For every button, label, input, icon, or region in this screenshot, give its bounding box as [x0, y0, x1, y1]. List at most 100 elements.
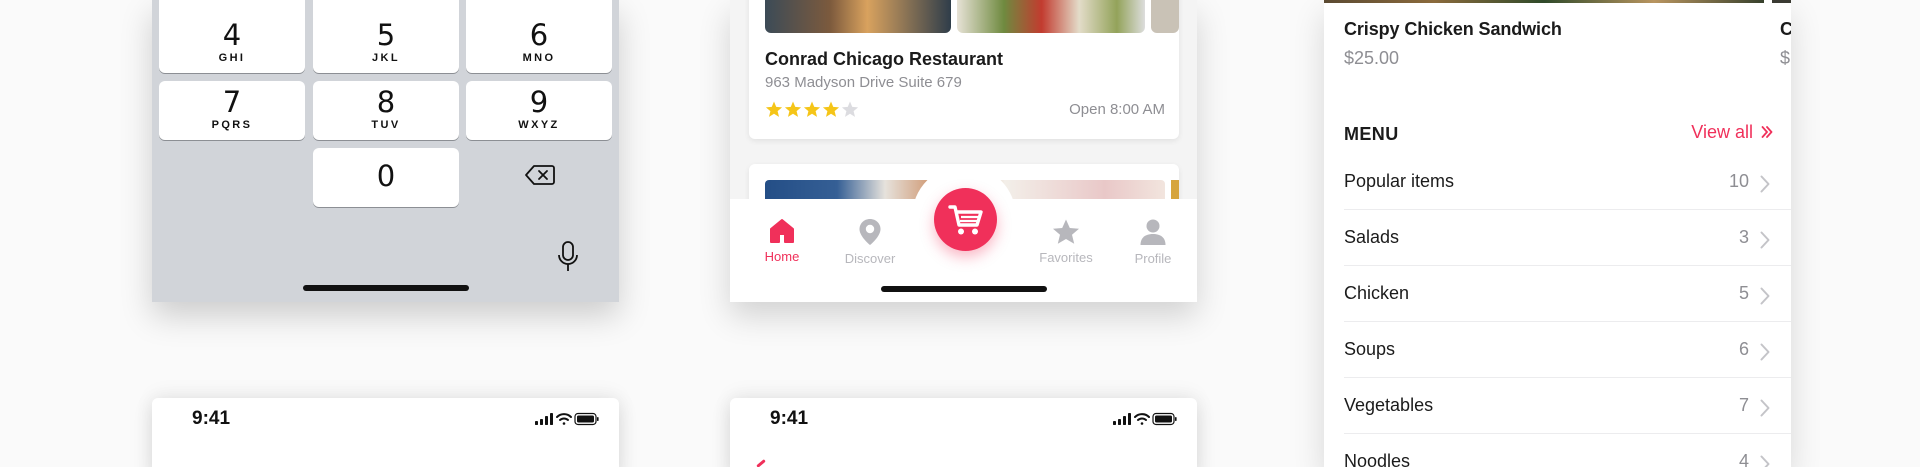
key-number: 5	[376, 18, 396, 52]
key-number: 7	[222, 85, 242, 119]
restaurant-address: 963 Madyson Drive Suite 679	[765, 74, 962, 91]
opening-hours: Open 8:00 AM	[1069, 101, 1165, 118]
keypad-key-9[interactable]: 9 WXYZ	[466, 81, 612, 140]
key-number: 4	[222, 18, 242, 52]
menu-category-row[interactable]: Noodles 4	[1344, 434, 1791, 467]
key-letters: JKL	[372, 52, 400, 64]
dish-name[interactable]: C	[1780, 19, 1791, 40]
star-filled-icon	[803, 101, 821, 117]
category-name: Salads	[1344, 227, 1400, 247]
keypad-key-8[interactable]: 8 TUV	[313, 81, 459, 140]
category-name: Noodles	[1344, 451, 1411, 467]
cellular-signal-icon	[535, 413, 553, 425]
restaurant-menu-screen: Crispy Chicken Sandwich $25.00 C $ MENU …	[1324, 0, 1791, 467]
person-icon	[1140, 219, 1166, 245]
tab-label: Discover	[844, 251, 896, 266]
keypad-key-6[interactable]: 6 MNO	[466, 14, 612, 73]
battery-icon	[574, 412, 599, 426]
microphone-icon[interactable]	[557, 240, 579, 274]
key-letters: WXYZ	[518, 119, 560, 131]
phone-screen-bottom-center: 9:41	[730, 398, 1197, 467]
key-letters: MNO	[522, 52, 556, 64]
back-arrow-icon[interactable]	[756, 459, 766, 467]
chevron-right-icon	[1760, 455, 1770, 467]
restaurant-photo	[957, 0, 1145, 33]
tab-label: Profile	[1134, 251, 1172, 266]
home-indicator	[303, 285, 469, 291]
tab-label: Home	[764, 249, 800, 264]
key-number: 9	[529, 85, 549, 119]
category-count: 5	[1738, 283, 1749, 303]
restaurant-list-screen: Conrad Chicago Restaurant 963 Madyson Dr…	[730, 0, 1197, 302]
keypad-key-7[interactable]: 7 PQRS	[159, 81, 305, 140]
chevron-right-icon	[1760, 287, 1770, 305]
star-icon	[1053, 219, 1079, 244]
menu-category-row[interactable]: Soups 6	[1344, 322, 1791, 378]
view-all-link[interactable]: View all	[1691, 122, 1773, 143]
restaurant-photo	[1151, 0, 1179, 33]
category-count: 6	[1738, 339, 1749, 359]
category-name: Chicken	[1344, 283, 1410, 303]
status-bar-icons	[1113, 412, 1177, 426]
dish-name[interactable]: Crispy Chicken Sandwich	[1344, 19, 1562, 40]
chevron-right-icon	[1760, 343, 1770, 361]
key-letters: PQRS	[211, 119, 253, 131]
double-chevron-right-icon	[1761, 126, 1773, 138]
tab-discover[interactable]: Discover	[830, 218, 910, 266]
dish-price: $	[1780, 48, 1791, 68]
menu-category-row[interactable]: Popular items 10	[1344, 154, 1791, 210]
star-filled-icon	[784, 101, 802, 117]
key-number: 0	[376, 159, 396, 193]
keypad-key-4[interactable]: 4 GHI	[159, 14, 305, 73]
keypad-key-0[interactable]: 0	[313, 148, 459, 207]
tab-home[interactable]: Home	[742, 218, 822, 264]
dish-price: $25.00	[1344, 48, 1400, 68]
restaurant-photo	[765, 0, 951, 33]
star-empty-icon	[841, 101, 859, 117]
home-indicator	[881, 286, 1047, 292]
category-count: 10	[1728, 171, 1749, 191]
restaurant-name: Conrad Chicago Restaurant	[765, 49, 1004, 69]
menu-category-row[interactable]: Chicken 5	[1344, 266, 1791, 322]
chevron-right-icon	[1760, 175, 1770, 193]
category-name: Soups	[1344, 339, 1396, 359]
phone-screen-bottom-left: 9:41	[152, 398, 619, 467]
menu-category-row[interactable]: Salads 3	[1344, 210, 1791, 266]
shopping-cart-icon	[948, 205, 983, 235]
status-bar-icons	[535, 412, 599, 426]
location-pin-icon	[859, 219, 881, 245]
chevron-right-icon	[1760, 399, 1770, 417]
chevron-right-icon	[1760, 231, 1770, 249]
restaurant-card[interactable]: Conrad Chicago Restaurant 963 Madyson Dr…	[749, 0, 1179, 139]
cart-button[interactable]	[934, 188, 997, 251]
category-count: 4	[1738, 451, 1749, 467]
wifi-icon	[1134, 413, 1150, 425]
category-count: 7	[1738, 395, 1749, 415]
tab-label: Favorites	[1039, 250, 1093, 265]
status-bar-time: 9:41	[192, 408, 231, 429]
rating-stars	[765, 101, 859, 117]
star-filled-icon	[822, 101, 840, 117]
battery-icon	[1152, 412, 1177, 426]
tab-profile[interactable]: Profile	[1113, 218, 1193, 266]
category-count: 3	[1738, 227, 1749, 247]
menu-section-title: MENU	[1344, 124, 1399, 144]
star-filled-icon	[765, 101, 783, 117]
status-bar-time: 9:41	[770, 408, 809, 429]
menu-category-row[interactable]: Vegetables 7	[1344, 378, 1791, 434]
key-letters: TUV	[371, 119, 401, 131]
view-all-label: View all	[1691, 122, 1753, 142]
key-number: 8	[376, 85, 396, 119]
key-number: 6	[529, 18, 549, 52]
backspace-icon[interactable]	[524, 163, 556, 187]
keypad-screen: 4 GHI 5 JKL 6 MNO 7 PQRS 8 TUV 9 WXYZ 0	[152, 0, 619, 302]
cellular-signal-icon	[1113, 413, 1131, 425]
wifi-icon	[556, 413, 572, 425]
key-letters: GHI	[218, 52, 246, 64]
tab-favorites[interactable]: Favorites	[1026, 218, 1106, 265]
keypad-key-5[interactable]: 5 JKL	[313, 14, 459, 73]
category-name: Popular items	[1344, 171, 1455, 191]
category-name: Vegetables	[1344, 395, 1434, 415]
dish-photo	[1324, 0, 1764, 3]
dish-photo	[1772, 0, 1791, 3]
